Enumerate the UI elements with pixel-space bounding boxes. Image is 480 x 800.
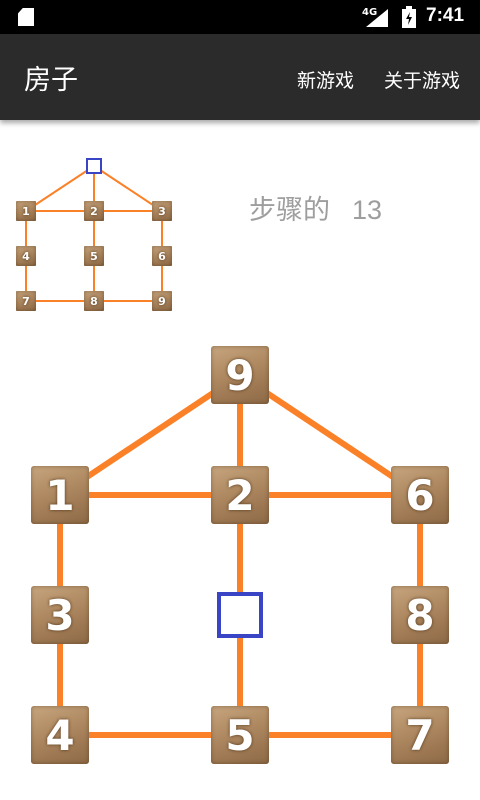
empty-slot [86, 158, 102, 174]
about-game-button[interactable]: 关于游戏 [384, 66, 460, 93]
tile-8[interactable]: 8 [391, 586, 449, 644]
status-bar: 4G 7:41 [0, 0, 480, 34]
tile-5: 5 [84, 246, 104, 266]
sd-card-icon [18, 8, 34, 26]
step-counter: 步骤的 13 [249, 188, 382, 227]
battery-icon [402, 6, 416, 28]
status-time: 7:41 [426, 5, 465, 26]
game-board: 9 1 2 6 3 8 4 5 7 [0, 0, 480, 800]
tile-2[interactable]: 2 [211, 466, 269, 524]
tile-5[interactable]: 5 [211, 706, 269, 764]
tile-9[interactable]: 9 [211, 346, 269, 404]
tile-7[interactable]: 7 [391, 706, 449, 764]
new-game-button[interactable]: 新游戏 [297, 66, 354, 93]
tile-6[interactable]: 6 [391, 466, 449, 524]
tile-3: 3 [152, 201, 172, 221]
app-title: 房子 [24, 65, 78, 96]
tile-8: 8 [84, 291, 104, 311]
tile-7: 7 [16, 291, 36, 311]
tile-4: 4 [16, 246, 36, 266]
step-count: 13 [352, 195, 383, 225]
action-bar: 房子 新游戏 关于游戏 [0, 34, 480, 120]
step-label: 步骤的 [249, 195, 330, 226]
tile-6: 6 [152, 246, 172, 266]
empty-slot[interactable] [217, 592, 263, 638]
tile-4[interactable]: 4 [31, 706, 89, 764]
signal-icon [366, 9, 388, 27]
tile-2: 2 [84, 201, 104, 221]
tile-3[interactable]: 3 [31, 586, 89, 644]
tile-9: 9 [152, 291, 172, 311]
tile-1[interactable]: 1 [31, 466, 89, 524]
tile-1: 1 [16, 201, 36, 221]
